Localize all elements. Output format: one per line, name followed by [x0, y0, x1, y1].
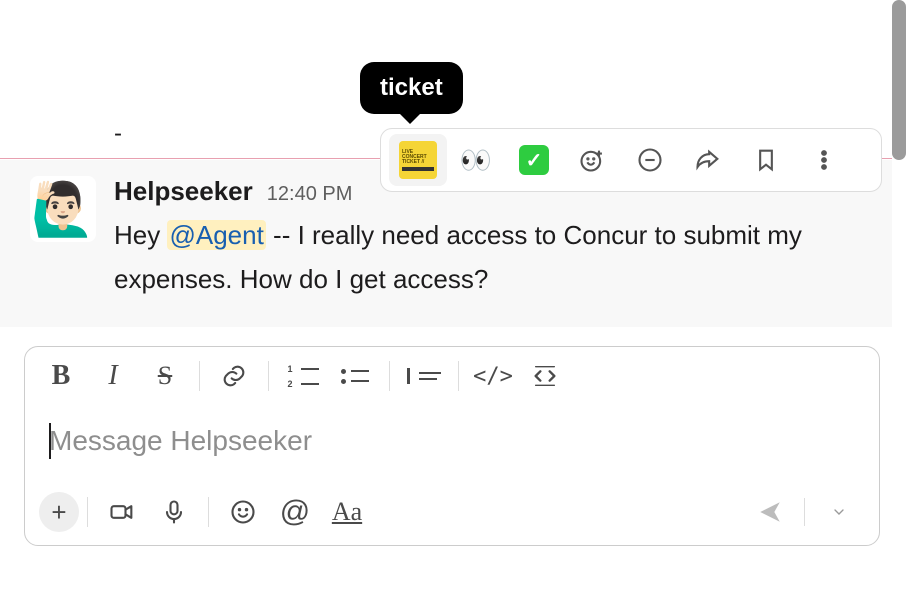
- scrollbar[interactable]: [892, 0, 906, 160]
- message-text-part1: Hey: [114, 220, 167, 250]
- send-options-button[interactable]: [813, 491, 865, 533]
- bold-button[interactable]: B: [35, 355, 87, 397]
- send-button[interactable]: [744, 491, 796, 533]
- link-button[interactable]: [208, 355, 260, 397]
- avatar[interactable]: 🙋🏻‍♂️: [30, 176, 96, 242]
- format-toolbar: B I S 1 2 </>: [25, 347, 879, 405]
- send-group: [744, 491, 865, 533]
- eyes-icon: 👀: [460, 145, 492, 176]
- send-icon: [757, 499, 783, 525]
- video-button[interactable]: [96, 491, 148, 533]
- reaction-eyes[interactable]: 👀: [447, 134, 505, 186]
- separator: [389, 361, 390, 391]
- bookmark-icon: [752, 146, 780, 174]
- reaction-ticket[interactable]: LIVECONCERTTICKET //: [389, 134, 447, 186]
- tooltip-label: ticket: [380, 74, 443, 101]
- code-button[interactable]: </>: [467, 355, 519, 397]
- message-timestamp[interactable]: 12:40 PM: [267, 183, 353, 206]
- ticket-icon: LIVECONCERTTICKET //: [399, 141, 437, 179]
- message-composer: B I S 1 2 </>: [24, 346, 880, 546]
- smile-plus-icon: [578, 146, 606, 174]
- mention-button[interactable]: @: [269, 491, 321, 533]
- share-arrow-icon: [694, 146, 722, 174]
- audio-button[interactable]: [148, 491, 200, 533]
- share-button[interactable]: [679, 134, 737, 186]
- separator: [199, 361, 200, 391]
- mention[interactable]: @Agent: [167, 220, 265, 250]
- text-cursor: [49, 423, 51, 459]
- message-actions-toolbar: LIVECONCERTTICKET // 👀 ✓: [380, 128, 882, 192]
- composer-actions: + @ Aa: [25, 487, 879, 545]
- aa-icon: Aa: [332, 497, 362, 527]
- chevron-down-icon: [831, 504, 847, 520]
- blockquote-icon: [407, 368, 441, 384]
- emoji-button[interactable]: [217, 491, 269, 533]
- message-input[interactable]: Message Helpseeker: [25, 405, 879, 487]
- microphone-icon: [160, 498, 188, 526]
- message-input-placeholder: Message Helpseeker: [49, 425, 312, 456]
- video-icon: [108, 498, 136, 526]
- reply-thread-button[interactable]: [621, 134, 679, 186]
- blockquote-button[interactable]: [398, 355, 450, 397]
- plus-icon: +: [51, 497, 66, 528]
- formatting-toggle-button[interactable]: Aa: [321, 491, 373, 533]
- link-icon: [220, 362, 248, 390]
- separator: [268, 361, 269, 391]
- add-reaction-button[interactable]: [563, 134, 621, 186]
- kebab-icon: [810, 146, 838, 174]
- code-block-button[interactable]: [519, 355, 571, 397]
- code-block-icon: [531, 362, 559, 390]
- italic-button[interactable]: I: [87, 355, 139, 397]
- separator: [804, 498, 805, 526]
- ordered-list-button[interactable]: 1 2: [277, 355, 329, 397]
- check-icon: ✓: [519, 145, 549, 175]
- ordered-list-icon: 1 2: [288, 364, 319, 389]
- unordered-list-button[interactable]: [329, 355, 381, 397]
- message-body: Helpseeker 12:40 PM Hey @Agent -- I real…: [114, 176, 872, 301]
- unordered-list-icon: [341, 369, 369, 384]
- separator: [208, 497, 209, 527]
- bookmark-button[interactable]: [737, 134, 795, 186]
- tooltip: ticket: [360, 62, 463, 114]
- message-username[interactable]: Helpseeker: [114, 176, 253, 207]
- smile-icon: [229, 498, 257, 526]
- strikethrough-button[interactable]: S: [139, 355, 191, 397]
- message-text: Hey @Agent -- I really need access to Co…: [114, 213, 872, 301]
- date-divider-char: -: [114, 120, 122, 148]
- speech-bubble-icon: [636, 146, 664, 174]
- separator: [87, 497, 88, 527]
- separator: [458, 361, 459, 391]
- attach-button[interactable]: +: [39, 492, 79, 532]
- reaction-check[interactable]: ✓: [505, 134, 563, 186]
- more-actions-button[interactable]: [795, 134, 853, 186]
